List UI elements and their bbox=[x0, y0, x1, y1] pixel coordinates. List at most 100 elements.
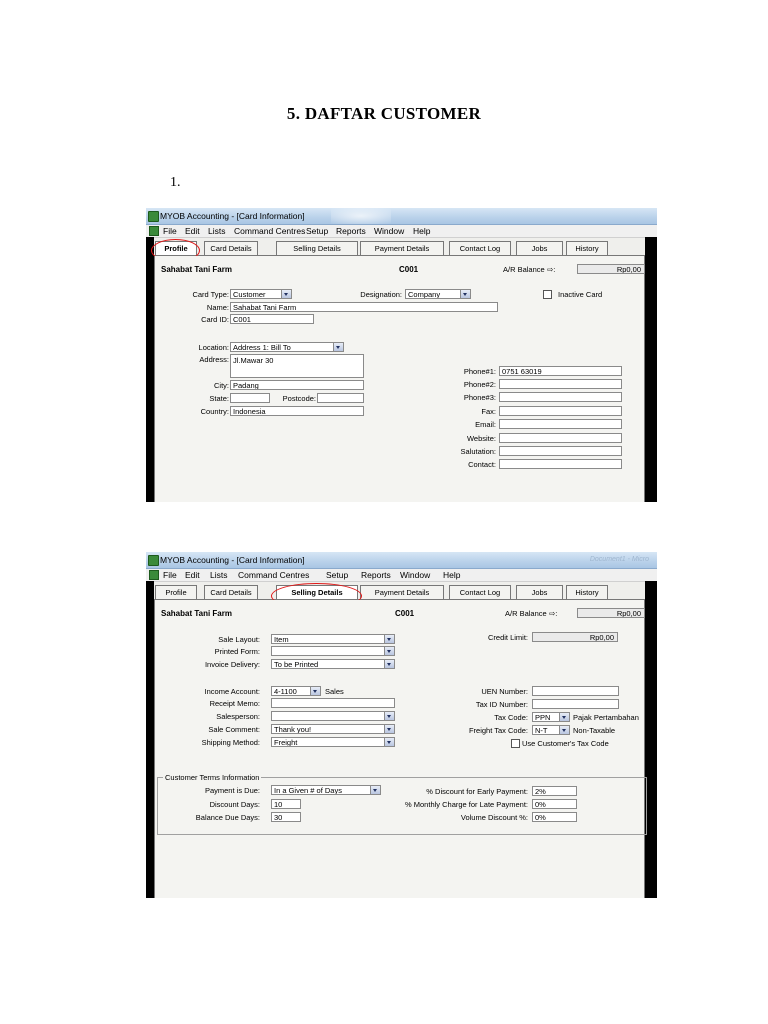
document-menu-icon[interactable] bbox=[149, 226, 159, 236]
freight-tax-code-value: N-T bbox=[535, 726, 548, 735]
tax-id-field[interactable] bbox=[532, 699, 619, 709]
tab-profile[interactable]: Profile bbox=[155, 585, 197, 599]
uen-number-field[interactable] bbox=[532, 686, 619, 696]
phone1-field[interactable]: 0751 63019 bbox=[499, 366, 622, 376]
state-label: State: bbox=[209, 394, 229, 403]
use-customer-tax-label: Use Customer's Tax Code bbox=[522, 739, 609, 748]
chevron-down-icon[interactable] bbox=[384, 712, 394, 720]
tab-jobs[interactable]: Jobs bbox=[516, 241, 563, 255]
address-field[interactable]: Jl.Mawar 30 bbox=[230, 354, 364, 378]
menu-edit[interactable]: Edit bbox=[185, 226, 200, 236]
menu-setup[interactable]: Setup bbox=[326, 570, 348, 580]
myob-app-icon bbox=[148, 211, 159, 222]
sale-comment-label: Sale Comment: bbox=[208, 725, 260, 734]
phone2-field[interactable] bbox=[499, 379, 622, 389]
state-field[interactable] bbox=[230, 393, 270, 403]
inactive-card-checkbox[interactable] bbox=[543, 290, 552, 299]
menu-window[interactable]: Window bbox=[374, 226, 404, 236]
menu-setup[interactable]: Setup bbox=[306, 226, 328, 236]
menu-lists[interactable]: Lists bbox=[210, 570, 227, 580]
invoice-delivery-select[interactable]: To be Printed bbox=[271, 659, 395, 669]
payment-due-select[interactable]: In a Given # of Days bbox=[271, 785, 381, 795]
menu-command-centres[interactable]: Command Centres bbox=[234, 226, 305, 236]
myob-app-icon bbox=[148, 555, 159, 566]
menu-command-centres[interactable]: Command Centres bbox=[238, 570, 309, 580]
menu-help[interactable]: Help bbox=[413, 226, 430, 236]
card-id-field[interactable]: C001 bbox=[230, 314, 314, 324]
income-account-select[interactable]: 4-1100 bbox=[271, 686, 321, 696]
late-payment-charge-field[interactable]: 0% bbox=[532, 799, 577, 809]
printed-form-select[interactable] bbox=[271, 646, 395, 656]
contact-field[interactable] bbox=[499, 459, 622, 469]
contact-label: Contact: bbox=[468, 460, 496, 469]
balance-due-days-field[interactable]: 30 bbox=[271, 812, 301, 822]
header-card-name: Sahabat Tani Farm bbox=[161, 609, 232, 618]
menu-help[interactable]: Help bbox=[443, 570, 460, 580]
sale-layout-select[interactable]: Item bbox=[271, 634, 395, 644]
credit-limit-field[interactable]: Rp0,00 bbox=[532, 632, 618, 642]
menu-reports[interactable]: Reports bbox=[336, 226, 366, 236]
chevron-down-icon[interactable] bbox=[384, 660, 394, 668]
card-type-select[interactable]: Customer bbox=[230, 289, 292, 299]
website-field[interactable] bbox=[499, 433, 622, 443]
chevron-down-icon[interactable] bbox=[281, 290, 291, 298]
phone3-field[interactable] bbox=[499, 392, 622, 402]
chevron-down-icon[interactable] bbox=[333, 343, 343, 351]
designation-select[interactable]: Company bbox=[405, 289, 471, 299]
chevron-down-icon[interactable] bbox=[384, 635, 394, 643]
menu-reports[interactable]: Reports bbox=[361, 570, 391, 580]
volume-discount-label: Volume Discount %: bbox=[460, 813, 528, 822]
tab-payment-details[interactable]: Payment Details bbox=[360, 241, 444, 255]
tab-card-details[interactable]: Card Details bbox=[204, 241, 258, 255]
document-title: 5. DAFTAR CUSTOMER bbox=[286, 104, 482, 123]
chevron-down-icon[interactable] bbox=[384, 725, 394, 733]
early-payment-discount-field[interactable]: 2% bbox=[532, 786, 577, 796]
chevron-down-icon[interactable] bbox=[384, 738, 394, 746]
menu-file[interactable]: File bbox=[163, 226, 177, 236]
use-customer-tax-checkbox[interactable] bbox=[511, 739, 520, 748]
tab-jobs[interactable]: Jobs bbox=[516, 585, 563, 599]
city-field[interactable]: Padang bbox=[230, 380, 364, 390]
list-arrow-icon[interactable] bbox=[310, 687, 320, 695]
tab-card-details[interactable]: Card Details bbox=[204, 585, 258, 599]
location-select[interactable]: Address 1: Bill To bbox=[230, 342, 344, 352]
menu-window[interactable]: Window bbox=[400, 570, 430, 580]
salesperson-select[interactable] bbox=[271, 711, 395, 721]
tax-code-select[interactable]: PPN bbox=[532, 712, 570, 722]
document-menu-icon[interactable] bbox=[149, 570, 159, 580]
menu-edit[interactable]: Edit bbox=[185, 570, 200, 580]
postcode-field[interactable] bbox=[317, 393, 364, 403]
window-titlebar: MYOB Accounting - [Card Information] Doc… bbox=[146, 552, 657, 569]
tab-contact-log[interactable]: Contact Log bbox=[449, 585, 511, 599]
sale-comment-select[interactable]: Thank you! bbox=[271, 724, 395, 734]
ar-balance-label: A/R Balance bbox=[505, 609, 547, 618]
fax-field[interactable] bbox=[499, 406, 622, 416]
country-field[interactable]: Indonesia bbox=[230, 406, 364, 416]
receipt-memo-field[interactable] bbox=[271, 698, 395, 708]
chevron-down-icon[interactable] bbox=[370, 786, 380, 794]
tab-history[interactable]: History bbox=[566, 585, 608, 599]
tax-id-label: Tax ID Number: bbox=[475, 700, 528, 709]
list-arrow-icon[interactable] bbox=[559, 713, 569, 721]
tab-contact-log[interactable]: Contact Log bbox=[449, 241, 511, 255]
tab-payment-details[interactable]: Payment Details bbox=[360, 585, 444, 599]
email-field[interactable] bbox=[499, 419, 622, 429]
income-account-label: Income Account: bbox=[204, 687, 260, 696]
list-arrow-icon[interactable] bbox=[559, 726, 569, 734]
chevron-down-icon[interactable] bbox=[460, 290, 470, 298]
menu-lists[interactable]: Lists bbox=[208, 226, 225, 236]
tab-history[interactable]: History bbox=[566, 241, 608, 255]
right-edge bbox=[645, 581, 657, 898]
tab-selling-details[interactable]: Selling Details bbox=[276, 241, 358, 255]
location-value: Address 1: Bill To bbox=[233, 343, 291, 352]
name-field[interactable]: Sahabat Tani Farm bbox=[230, 302, 498, 312]
salutation-field[interactable] bbox=[499, 446, 622, 456]
freight-tax-code-select[interactable]: N-T bbox=[532, 725, 570, 735]
shipping-method-select[interactable]: Freight bbox=[271, 737, 395, 747]
tax-code-value: PPN bbox=[535, 713, 551, 722]
discount-days-field[interactable]: 10 bbox=[271, 799, 301, 809]
chevron-down-icon[interactable] bbox=[384, 647, 394, 655]
window-title: MYOB Accounting - [Card Information] bbox=[160, 555, 305, 565]
volume-discount-field[interactable]: 0% bbox=[532, 812, 577, 822]
menu-file[interactable]: File bbox=[163, 570, 177, 580]
